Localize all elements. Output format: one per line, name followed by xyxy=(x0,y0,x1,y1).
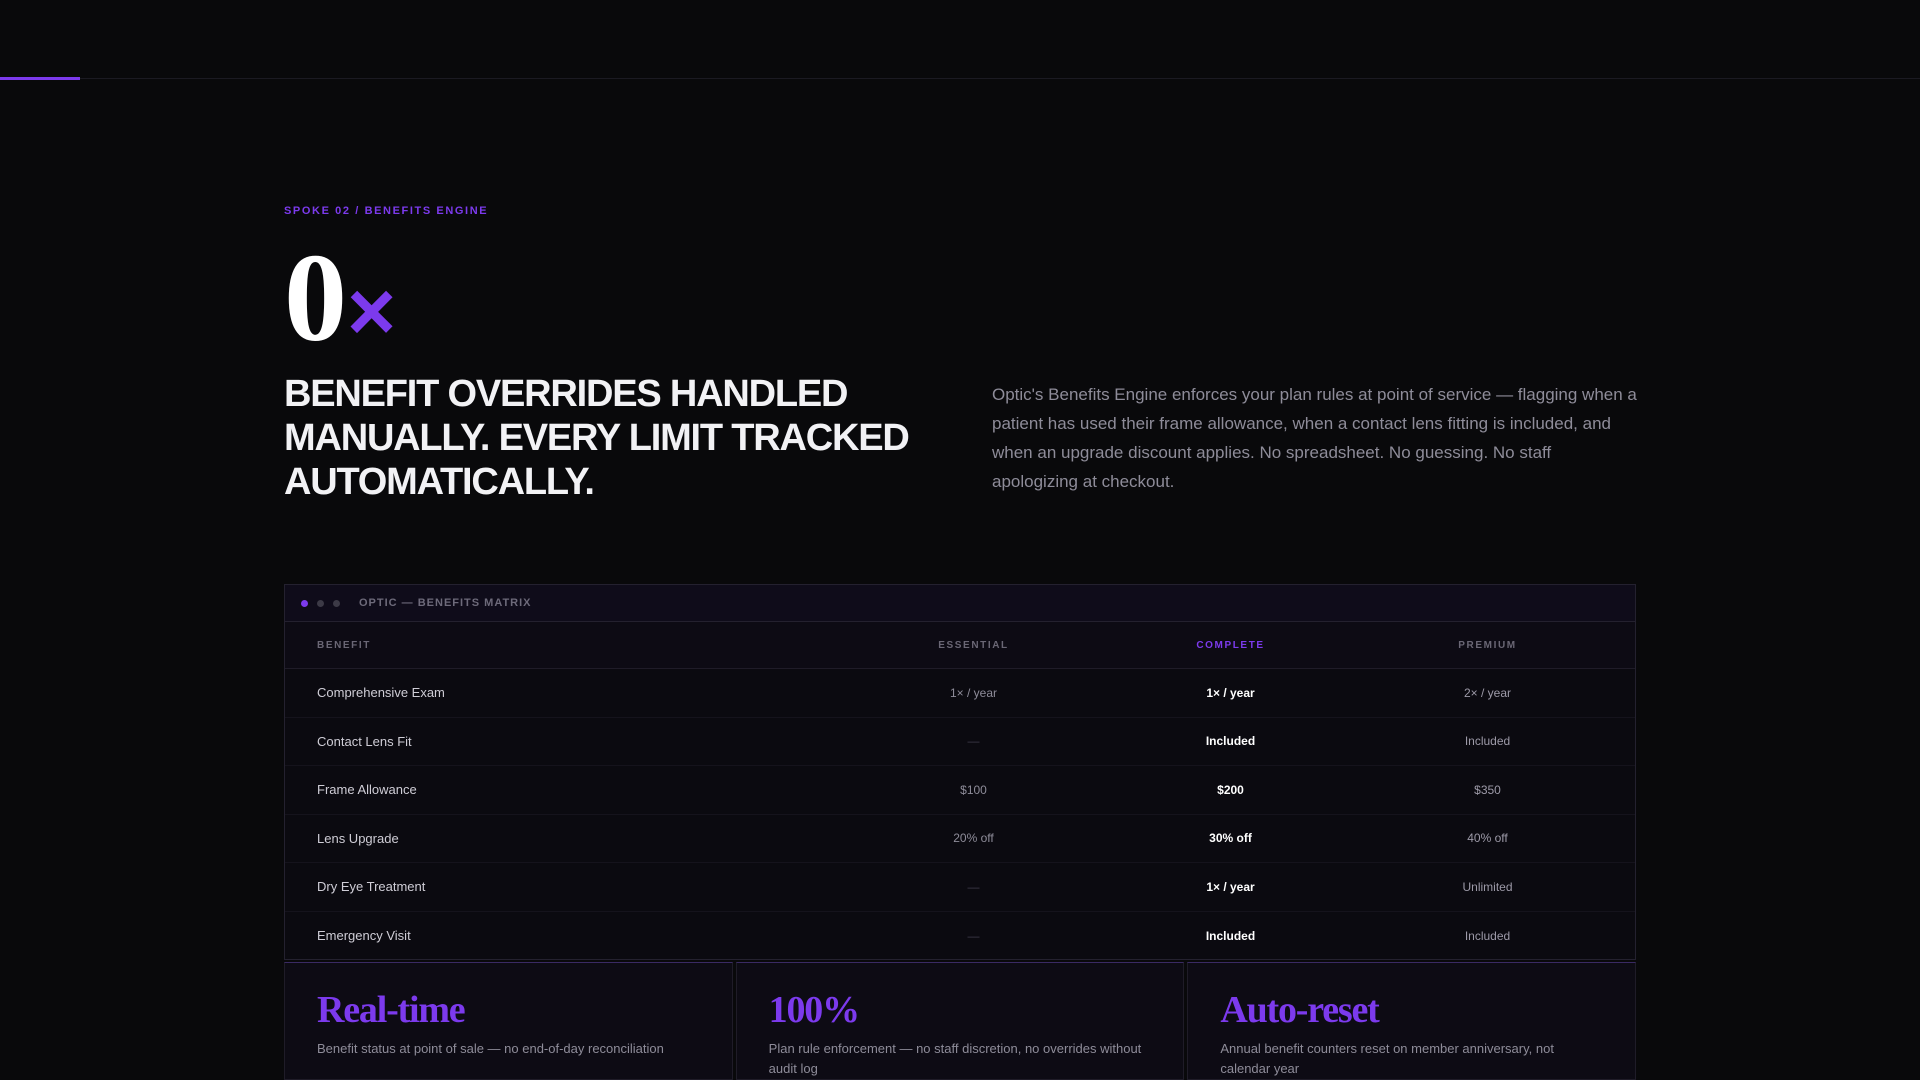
benefit-name: Frame Allowance xyxy=(317,782,417,798)
window-dot-icon xyxy=(317,599,324,607)
stat-card-value: Real-time xyxy=(317,989,466,1031)
column-header-benefit: BENEFIT xyxy=(317,639,371,651)
complete-value: 1× / year xyxy=(1206,879,1255,894)
stat-card-description: Plan rule enforcement — no staff discret… xyxy=(768,1041,1142,1076)
matrix-header: BENEFIT ESSENTIAL COMPLETE PREMIUM xyxy=(285,622,1635,669)
stat-card-description: Benefit status at point of sale — no end… xyxy=(317,1041,664,1056)
stat-card-enforcement: 100% Plan rule enforcement — no staff di… xyxy=(735,962,1185,1080)
window-dot-icon xyxy=(301,599,308,607)
complete-value: Included xyxy=(1205,734,1256,749)
complete-value: $200 xyxy=(1217,782,1244,797)
stat-cards: Real-time Benefit status at point of sal… xyxy=(284,962,1637,1080)
matrix-titlebar: OPTIC — BENEFITS MATRIX xyxy=(285,585,1635,622)
premium-value: 2× / year xyxy=(1463,685,1512,700)
benefit-name: Contact Lens Fit xyxy=(317,733,412,749)
premium-value: Unlimited xyxy=(1462,879,1513,894)
top-bar xyxy=(0,0,1920,80)
essential-value: $100 xyxy=(960,782,987,797)
premium-value: 40% off xyxy=(1467,831,1508,846)
stat-card-auto-reset: Auto-reset Annual benefit counters reset… xyxy=(1187,962,1637,1080)
window-dot-icon xyxy=(333,599,340,607)
essential-value: — xyxy=(967,928,980,943)
complete-value: 30% off xyxy=(1209,831,1252,846)
column-header-essential: ESSENTIAL xyxy=(938,639,1009,651)
stat-card-value: 100% xyxy=(768,989,860,1031)
stat-suffix: × xyxy=(347,264,397,358)
table-row: Comprehensive Exam 1× / year 1× / year 2… xyxy=(285,669,1635,718)
essential-value: 1× / year xyxy=(949,685,998,700)
stat-card-realtime: Real-time Benefit status at point of sal… xyxy=(284,962,733,1080)
table-row: Dry Eye Treatment — 1× / year Unlimited xyxy=(285,863,1635,912)
section-description: Optic's Benefits Engine enforces your pl… xyxy=(992,385,1637,491)
premium-value: $350 xyxy=(1474,782,1501,797)
column-header-complete: COMPLETE xyxy=(1196,639,1265,651)
big-stat: 0 × xyxy=(284,236,397,362)
table-row: Frame Allowance $100 $200 $350 xyxy=(285,766,1635,815)
column-header-premium: PREMIUM xyxy=(1458,639,1517,651)
matrix-body: Comprehensive Exam 1× / year 1× / year 2… xyxy=(285,669,1635,960)
essential-value: 20% off xyxy=(953,831,994,846)
benefit-name: Lens Upgrade xyxy=(317,830,399,846)
stat-card-description: Annual benefit counters reset on member … xyxy=(1220,1041,1554,1076)
complete-value: 1× / year xyxy=(1206,685,1255,700)
essential-value: — xyxy=(967,879,980,894)
table-row: Lens Upgrade 20% off 30% off 40% off xyxy=(285,815,1635,863)
benefit-name: Dry Eye Treatment xyxy=(317,879,426,895)
stat-number: 0 xyxy=(284,229,347,368)
section-headline: BENEFIT OVERRIDES HANDLED MANUALLY. EVER… xyxy=(284,373,910,503)
section-eyebrow: SPOKE 02 / BENEFITS ENGINE xyxy=(284,205,489,217)
matrix-title: OPTIC — BENEFITS MATRIX xyxy=(359,597,532,609)
table-row: Emergency Visit — Included Included xyxy=(285,912,1635,961)
table-row: Contact Lens Fit — Included Included xyxy=(285,718,1635,766)
benefits-matrix: OPTIC — BENEFITS MATRIX BENEFIT ESSENTIA… xyxy=(284,584,1636,960)
premium-value: Included xyxy=(1464,928,1511,943)
premium-value: Included xyxy=(1464,734,1511,749)
progress-indicator xyxy=(0,77,80,80)
benefit-name: Emergency Visit xyxy=(317,928,411,944)
benefit-name: Comprehensive Exam xyxy=(317,685,445,701)
complete-value: Included xyxy=(1205,928,1256,943)
essential-value: — xyxy=(967,734,980,749)
stat-card-value: Auto-reset xyxy=(1220,989,1379,1031)
